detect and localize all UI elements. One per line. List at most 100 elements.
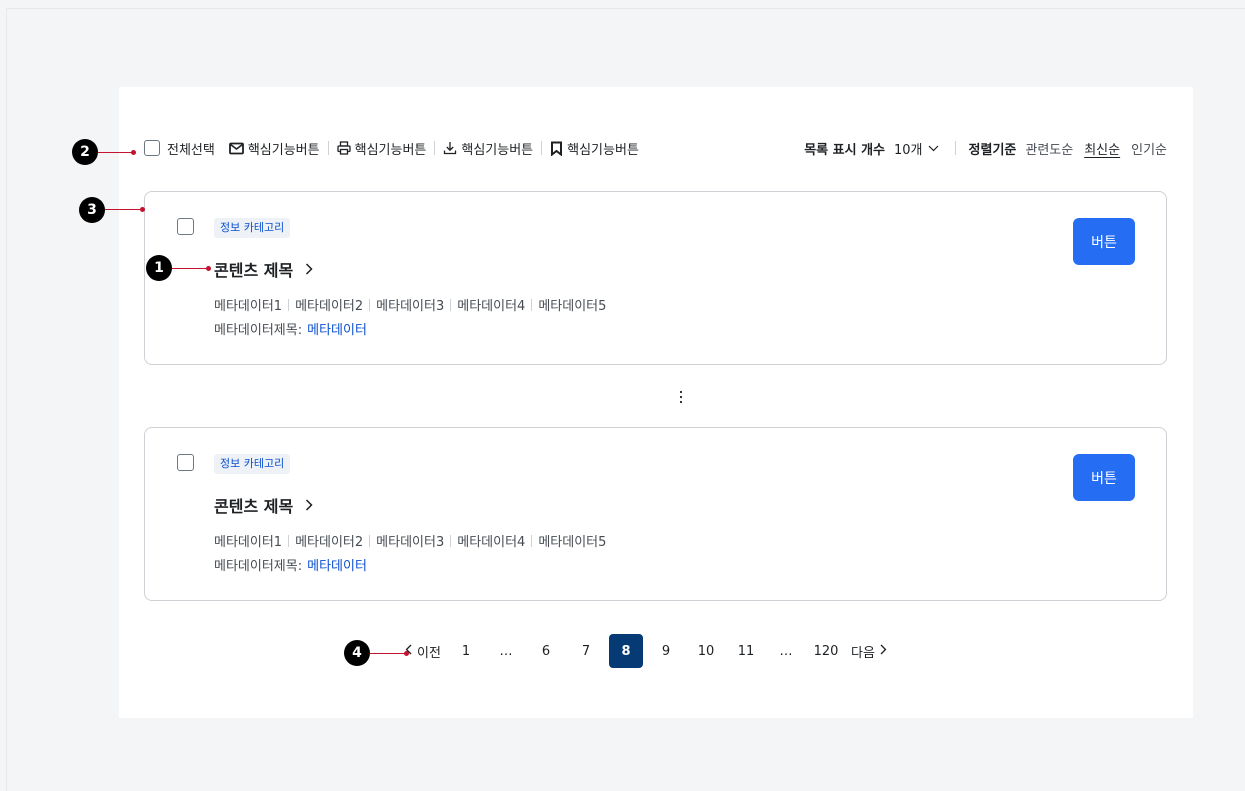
chevron-right-icon [305, 260, 313, 279]
chevron-down-icon [928, 141, 939, 156]
list-options: 목록 표시 개수 10개 정렬기준 관련도순 최신순 인기순 [804, 139, 1167, 158]
metadata-value: 메타데이터 [307, 323, 367, 338]
next-page-button[interactable]: 다음 [849, 634, 889, 668]
page-button[interactable]: 11 [729, 634, 763, 668]
pagination: 이전 1 … 6 7 8 9 10 11 … 120 다음 [403, 634, 895, 668]
divider [369, 534, 371, 547]
action-label: 핵심기능버튼 [461, 142, 534, 158]
divider [531, 534, 533, 547]
select-all[interactable]: 전체선택 [144, 139, 215, 158]
content-panel [119, 87, 1193, 718]
page-ellipsis: … [779, 643, 793, 659]
card-title-link[interactable]: 콘텐츠 제목 [214, 493, 313, 517]
list-toolbar: 전체선택 핵심기능버튼 핵심기능버튼 핵심기능버튼 핵심기능버튼 목록 표시 개… [144, 136, 1167, 160]
page-button[interactable]: 6 [529, 634, 563, 668]
page-button[interactable]: 1 [449, 634, 483, 668]
annotation-leader-dot [206, 266, 211, 271]
display-count-label: 목록 표시 개수 [804, 142, 886, 158]
metadata-detail: 메타데이터제목: 메타데이터 [214, 555, 367, 574]
divider [450, 298, 452, 311]
card-checkbox[interactable] [177, 218, 194, 235]
mail-icon [228, 142, 244, 155]
action-label: 핵심기능버튼 [354, 142, 427, 158]
annotation-marker-2: 2 [72, 139, 98, 165]
sort-label: 정렬기준 [968, 142, 1017, 158]
page-button[interactable]: 120 [809, 634, 843, 668]
chevron-right-icon [305, 496, 313, 515]
page-button-current[interactable]: 8 [609, 634, 643, 668]
card-button[interactable]: 버튼 [1073, 454, 1135, 501]
category-badge: 정보 카테고리 [214, 454, 291, 474]
card-button[interactable]: 버튼 [1073, 218, 1135, 265]
annotation-marker-3: 3 [79, 197, 105, 223]
metadata-title: 메타데이터제목: [214, 559, 303, 574]
annotation-leader-line [98, 152, 132, 153]
prev-page-button[interactable]: 이전 [403, 634, 443, 668]
bookmark-action-button[interactable]: 핵심기능버튼 [550, 139, 639, 158]
print-action-button[interactable]: 핵심기능버튼 [336, 139, 427, 158]
page-button[interactable]: 7 [569, 634, 603, 668]
card-title: 콘텐츠 제목 [214, 497, 294, 516]
annotation-leader-dot [140, 207, 145, 212]
prev-label: 이전 [417, 645, 441, 661]
annotation-marker-1: 1 [146, 255, 172, 281]
select-all-checkbox[interactable] [144, 140, 160, 156]
action-label: 핵심기능버튼 [567, 142, 639, 158]
metadata-detail: 메타데이터제목: 메타데이터 [214, 319, 367, 338]
download-icon [443, 141, 457, 155]
more-items-ellipsis-icon [675, 388, 687, 406]
category-badge: 정보 카테고리 [214, 218, 291, 238]
bookmark-icon [550, 141, 563, 156]
divider [531, 298, 533, 311]
mail-action-button[interactable]: 핵심기능버튼 [228, 139, 320, 158]
card-title-link[interactable]: 콘텐츠 제목 [214, 257, 313, 281]
content-card: 정보 카테고리 콘텐츠 제목 메타데이터1 메타데이터2 메타데이터3 메타데이… [144, 191, 1167, 365]
metadata-item: 메타데이터1 [214, 299, 283, 314]
divider [450, 534, 452, 547]
divider [327, 141, 329, 155]
divider [288, 298, 290, 311]
chevron-right-icon [880, 644, 887, 659]
metadata-value: 메타데이터 [307, 559, 367, 574]
divider [434, 141, 436, 155]
metadata-item: 메타데이터3 [376, 535, 445, 550]
sort-option-relevance[interactable]: 관련도순 [1025, 139, 1073, 158]
metadata-title: 메타데이터제목: [214, 323, 303, 338]
card-title: 콘텐츠 제목 [214, 261, 294, 280]
metadata-item: 메타데이터2 [295, 535, 364, 550]
page-button[interactable]: 10 [689, 634, 723, 668]
metadata-item: 메타데이터1 [214, 535, 283, 550]
annotation-leader-dot [131, 150, 136, 155]
divider [954, 141, 956, 155]
display-count-select[interactable]: 10개 [894, 139, 939, 158]
printer-icon [336, 141, 351, 155]
metadata-item: 메타데이터3 [376, 299, 445, 314]
metadata-item: 메타데이터5 [538, 299, 607, 314]
metadata-item: 메타데이터4 [457, 535, 526, 550]
annotation-leader-dot [404, 651, 409, 656]
annotation-leader-line [172, 268, 208, 269]
toolbar-actions: 전체선택 핵심기능버튼 핵심기능버튼 핵심기능버튼 핵심기능버튼 [144, 139, 639, 158]
divider [288, 534, 290, 547]
select-all-label: 전체선택 [167, 142, 215, 158]
next-label: 다음 [851, 645, 875, 661]
sort-option-latest[interactable]: 최신순 [1084, 139, 1120, 158]
divider [541, 141, 543, 155]
metadata-list: 메타데이터1 메타데이터2 메타데이터3 메타데이터4 메타데이터5 [214, 531, 606, 550]
display-count-value: 10개 [894, 142, 923, 158]
content-card: 정보 카테고리 콘텐츠 제목 메타데이터1 메타데이터2 메타데이터3 메타데이… [144, 427, 1167, 601]
action-label: 핵심기능버튼 [247, 142, 320, 158]
page-button[interactable]: 9 [649, 634, 683, 668]
metadata-list: 메타데이터1 메타데이터2 메타데이터3 메타데이터4 메타데이터5 [214, 295, 606, 314]
metadata-item: 메타데이터4 [457, 299, 526, 314]
page-ellipsis: … [499, 643, 513, 659]
metadata-item: 메타데이터5 [538, 535, 607, 550]
annotation-marker-4: 4 [344, 640, 370, 666]
divider [369, 298, 371, 311]
download-action-button[interactable]: 핵심기능버튼 [443, 139, 533, 158]
metadata-item: 메타데이터2 [295, 299, 364, 314]
annotation-leader-line [370, 653, 406, 654]
card-checkbox[interactable] [177, 454, 194, 471]
sort-option-popular[interactable]: 인기순 [1131, 139, 1167, 158]
annotation-leader-line [105, 209, 142, 210]
